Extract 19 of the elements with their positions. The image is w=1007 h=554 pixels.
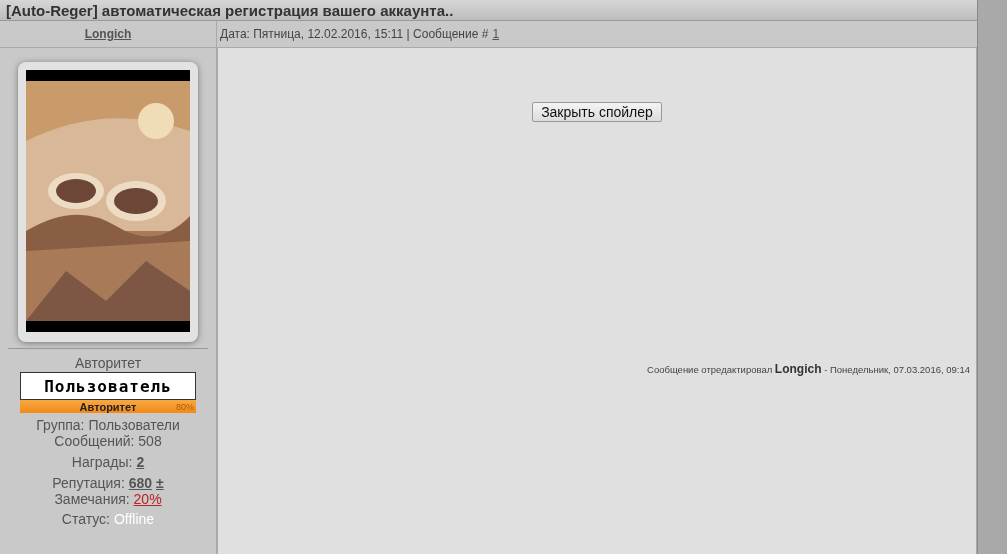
awards-label: Награды: xyxy=(71,454,134,470)
rank-label: Авторитет xyxy=(79,400,137,413)
rank-title: Авторитет xyxy=(74,355,142,371)
status-label: Статус: xyxy=(61,511,111,527)
rank-name: Пользователь xyxy=(44,376,172,396)
topic-title: [Auto-Reger] автоматическая регистрация вашего аккаунта.. xyxy=(6,1,454,19)
user-group: Группа: Пользователи xyxy=(36,417,180,433)
warnings-link[interactable]: 20% xyxy=(133,491,162,507)
author-link[interactable]: Longich xyxy=(84,27,132,41)
edit-note: Сообщение отредактировал Longich - Понедельник, 07.03.2016, 09:14 xyxy=(647,362,970,376)
post-date: Дата: Пятница, 12.02.2016, 15:11 | Сообщение # xyxy=(220,27,489,41)
close-spoiler-button[interactable]: Закрыть спойлер xyxy=(532,102,662,122)
reputation-link[interactable]: 680 xyxy=(128,475,153,491)
message-count: Сообщений: 508 xyxy=(54,433,162,449)
reputation-label: Репутация: xyxy=(52,475,126,491)
warnings-label: Замечания: xyxy=(54,491,131,507)
awards-link[interactable]: 2 xyxy=(136,454,145,470)
reputation-change-link[interactable]: ± xyxy=(155,475,164,491)
post-number-link[interactable]: 1 xyxy=(492,27,500,41)
